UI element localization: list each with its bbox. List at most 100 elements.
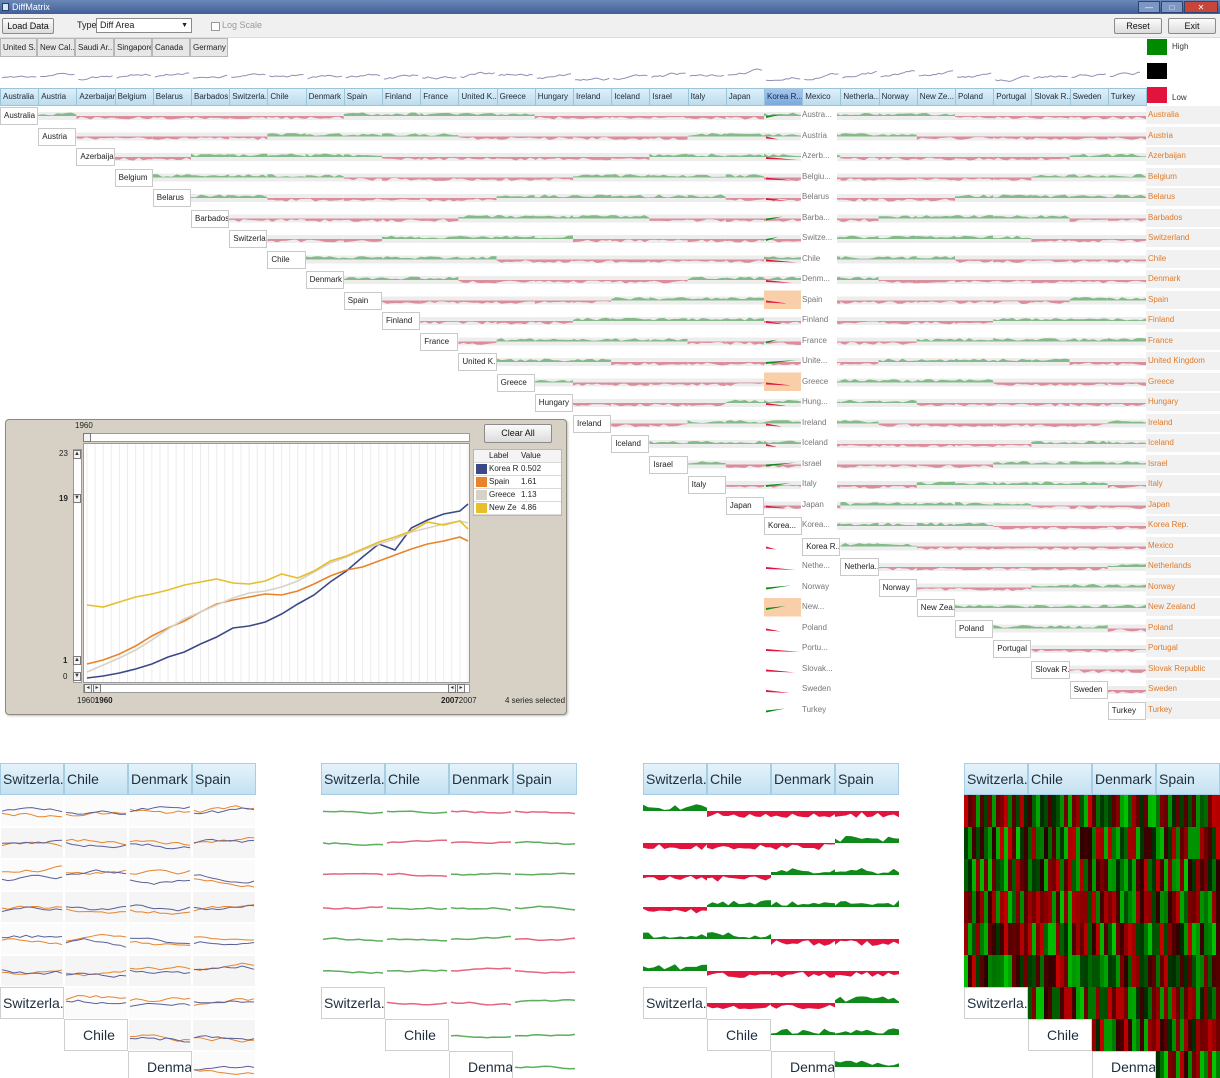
col-header-barbados[interactable]: Barbados bbox=[191, 88, 231, 106]
col-header-sweden[interactable]: Sweden bbox=[1069, 88, 1109, 106]
row-label-ireland[interactable]: Ireland bbox=[1146, 413, 1220, 432]
col-header-korea-r[interactable]: Korea R... bbox=[764, 88, 804, 106]
panel-header-switzerla[interactable]: Switzerla... bbox=[643, 763, 707, 795]
minimize-icon[interactable]: — bbox=[1138, 1, 1160, 13]
row-label-hungary[interactable]: Hungary bbox=[1146, 393, 1220, 411]
x-scrollbar[interactable]: ◂ ▸ ◂ ▸ bbox=[83, 684, 470, 693]
exit-button[interactable]: Exit bbox=[1168, 18, 1216, 34]
row-label-poland[interactable]: Poland bbox=[1146, 618, 1220, 637]
row-label-chile[interactable]: Chile bbox=[1146, 249, 1220, 268]
type-select[interactable]: Diff Area ▼ bbox=[96, 18, 192, 33]
col-header-belarus[interactable]: Belarus bbox=[152, 88, 192, 106]
row-label-belgium[interactable]: Belgium bbox=[1146, 167, 1220, 186]
y-range-slider[interactable]: ▲ ▼ ▲ ▼ bbox=[73, 449, 82, 683]
reset-button[interactable]: Reset bbox=[1114, 18, 1162, 34]
col-header-switzerla[interactable]: Switzerla... bbox=[229, 88, 269, 106]
load-data-button[interactable]: Load Data bbox=[2, 18, 54, 34]
row-label-italy[interactable]: Italy bbox=[1146, 475, 1220, 493]
panel-header-chile[interactable]: Chile bbox=[707, 763, 771, 795]
panel-header-switzerla[interactable]: Switzerla... bbox=[964, 763, 1028, 795]
scroll-left-end-icon[interactable]: ◂ bbox=[448, 684, 456, 693]
row-label-new-zealand[interactable]: New Zealand bbox=[1146, 598, 1220, 616]
legend-row-korea-r[interactable]: Korea R 0.502 bbox=[474, 463, 561, 476]
col-header-ireland[interactable]: Ireland bbox=[573, 88, 613, 106]
col-header-australia[interactable]: Australia bbox=[0, 88, 40, 106]
scroll-left-icon[interactable]: ◂ bbox=[84, 684, 92, 693]
col-header-greece[interactable]: Greece bbox=[496, 88, 536, 106]
col-header-austria[interactable]: Austria bbox=[38, 88, 78, 106]
col-header-new-ze[interactable]: New Ze... bbox=[916, 88, 956, 106]
panel-header-denmark[interactable]: Denmark bbox=[771, 763, 835, 795]
chip-canada[interactable]: Canada bbox=[152, 38, 190, 57]
col-header-slovak-r[interactable]: Slovak R... bbox=[1031, 88, 1071, 106]
row-label-israel[interactable]: Israel bbox=[1146, 454, 1220, 473]
panel-header-denmark[interactable]: Denmark bbox=[128, 763, 192, 795]
row-label-norway[interactable]: Norway bbox=[1146, 577, 1220, 596]
row-label-slovak-republic[interactable]: Slovak Republic bbox=[1146, 659, 1220, 678]
col-header-italy[interactable]: Italy bbox=[687, 88, 727, 106]
row-label-iceland[interactable]: Iceland bbox=[1146, 434, 1220, 452]
panel-header-chile[interactable]: Chile bbox=[1028, 763, 1092, 795]
row-label-united-kingdom[interactable]: United Kingdom bbox=[1146, 352, 1220, 370]
panel-header-switzerla[interactable]: Switzerla... bbox=[0, 763, 64, 795]
x-range-slider[interactable] bbox=[83, 433, 470, 442]
col-header-portugal[interactable]: Portugal bbox=[993, 88, 1033, 106]
chip-singapore[interactable]: Singapore bbox=[114, 38, 152, 57]
panel-header-spain[interactable]: Spain bbox=[192, 763, 256, 795]
panel-header-chile[interactable]: Chile bbox=[385, 763, 449, 795]
row-label-france[interactable]: France bbox=[1146, 331, 1220, 350]
x-slider-handle[interactable] bbox=[83, 433, 91, 442]
panel-header-switzerla[interactable]: Switzerla... bbox=[321, 763, 385, 795]
col-header-israel[interactable]: Israel bbox=[649, 88, 689, 106]
row-label-japan[interactable]: Japan bbox=[1146, 495, 1220, 514]
panel-header-denmark[interactable]: Denmark bbox=[1092, 763, 1156, 795]
col-header-france[interactable]: France bbox=[420, 88, 460, 106]
col-header-azerbaijan[interactable]: Azerbaijan bbox=[76, 88, 116, 106]
panel-header-spain[interactable]: Spain bbox=[835, 763, 899, 795]
row-label-australia[interactable]: Australia bbox=[1146, 106, 1220, 124]
scroll-right-icon[interactable]: ▸ bbox=[93, 684, 101, 693]
col-header-hungary[interactable]: Hungary bbox=[534, 88, 574, 106]
col-header-chile[interactable]: Chile bbox=[267, 88, 307, 106]
col-header-finland[interactable]: Finland bbox=[382, 88, 422, 106]
panel-header-spain[interactable]: Spain bbox=[513, 763, 577, 795]
row-label-finland[interactable]: Finland bbox=[1146, 311, 1220, 329]
col-header-norway[interactable]: Norway bbox=[878, 88, 918, 106]
row-label-azerbaijan[interactable]: Azerbaijan bbox=[1146, 147, 1220, 165]
row-label-mexico[interactable]: Mexico bbox=[1146, 536, 1220, 555]
chip-new-caledonia[interactable]: New Cal... bbox=[37, 38, 75, 57]
panel-header-denmark[interactable]: Denmark bbox=[449, 763, 513, 795]
y-slider-upper-handle[interactable]: ▼ bbox=[73, 494, 81, 503]
maximize-icon[interactable]: □ bbox=[1161, 1, 1183, 13]
row-label-austria[interactable]: Austria bbox=[1146, 126, 1220, 145]
y-slider-top-handle[interactable]: ▲ bbox=[73, 450, 81, 459]
panel-header-spain[interactable]: Spain bbox=[1156, 763, 1220, 795]
row-label-sweden[interactable]: Sweden bbox=[1146, 680, 1220, 698]
row-label-netherlands[interactable]: Netherlands bbox=[1146, 557, 1220, 575]
clear-all-button[interactable]: Clear All bbox=[484, 424, 552, 443]
col-header-denmark[interactable]: Denmark bbox=[305, 88, 345, 106]
row-label-greece[interactable]: Greece bbox=[1146, 372, 1220, 391]
close-icon[interactable]: ✕ bbox=[1184, 1, 1218, 13]
panel-header-chile[interactable]: Chile bbox=[64, 763, 128, 795]
row-label-belarus[interactable]: Belarus bbox=[1146, 188, 1220, 206]
row-label-spain[interactable]: Spain bbox=[1146, 290, 1220, 309]
col-header-spain[interactable]: Spain bbox=[343, 88, 383, 106]
col-header-iceland[interactable]: Iceland bbox=[611, 88, 651, 106]
chip-united-states[interactable]: United S... bbox=[0, 38, 37, 57]
log-scale-checkbox[interactable] bbox=[211, 22, 220, 31]
chip-germany[interactable]: Germany bbox=[190, 38, 228, 57]
row-label-korea-rep[interactable]: Korea Rep. bbox=[1146, 516, 1220, 534]
legend-row-greece[interactable]: Greece 1.13 bbox=[474, 489, 561, 502]
chip-saudi-arabia[interactable]: Saudi Ar... bbox=[75, 38, 114, 57]
y-slider-lower-handle[interactable]: ▲ bbox=[73, 656, 81, 665]
col-header-netherla[interactable]: Netherla... bbox=[840, 88, 880, 106]
col-header-belgium[interactable]: Belgium bbox=[114, 88, 154, 106]
y-slider-bottom-handle[interactable]: ▼ bbox=[73, 672, 81, 681]
col-header-japan[interactable]: Japan bbox=[725, 88, 765, 106]
col-header-mexico[interactable]: Mexico bbox=[802, 88, 842, 106]
row-label-switzerland[interactable]: Switzerland bbox=[1146, 229, 1220, 247]
col-header-turkey[interactable]: Turkey bbox=[1107, 88, 1147, 106]
line-chart[interactable] bbox=[83, 443, 470, 683]
row-label-portugal[interactable]: Portugal bbox=[1146, 639, 1220, 657]
